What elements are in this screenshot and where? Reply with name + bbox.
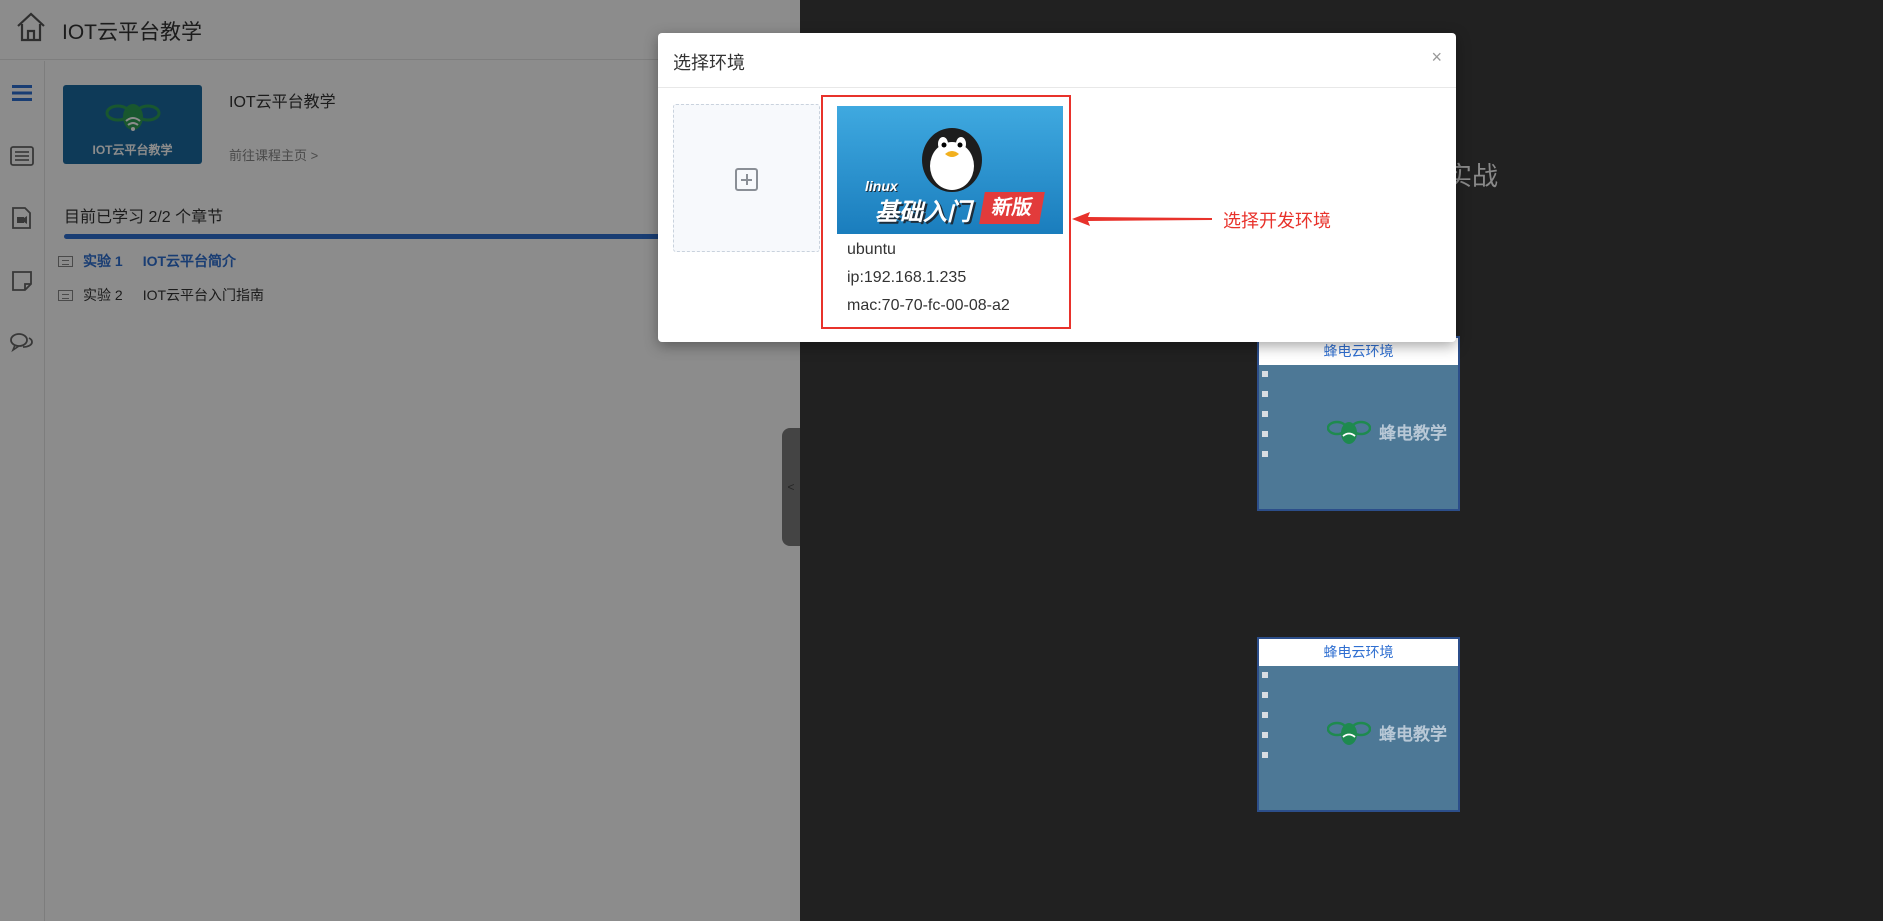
image-title: 基础入门 [875,199,971,226]
env-brand-text: 蜂电教学 [1379,724,1447,744]
annotation-arrow-icon [1072,212,1212,226]
dialog-title: 选择环境 [673,53,745,73]
bee-logo-icon [1327,420,1371,444]
environment-image: linux 基础入门 新版 [837,106,1063,234]
env-brand: 蜂电教学 [1327,409,1447,453]
env-card[interactable]: 蜂电云环境 蜂电教学 [1257,637,1460,812]
env-card-preview: 蜂电教学 [1259,666,1458,810]
environment-option[interactable]: linux 基础入门 新版 ubuntu ip:192.168.1.235 ma… [821,95,1071,329]
env-brand-text: 蜂电教学 [1379,423,1447,443]
env-brand: 蜂电教学 [1327,710,1447,754]
dialog-header: 选择环境 × [658,33,1456,88]
close-icon[interactable]: × [1431,47,1442,68]
env-card-title: 蜂电云环境 [1259,338,1458,365]
annotation-text: 选择开发环境 [1223,211,1331,231]
plus-square-icon [735,168,758,191]
desktop-icons [1262,371,1272,471]
add-environment-button[interactable] [673,104,820,252]
image-badge: 新版 [979,192,1045,224]
desktop-icons [1262,672,1272,772]
env-card-preview: 蜂电教学 [1259,365,1458,509]
environment-ip: ip:192.168.1.235 [847,269,967,286]
env-card[interactable]: 蜂电云环境 蜂电教学 [1257,336,1460,511]
environment-name: ubuntu [847,241,896,258]
environment-mac: mac:70-70-fc-00-08-a2 [847,297,1010,314]
penguin-icon [922,128,982,192]
select-environment-dialog: 选择环境 × linux 基础入门 新版 ubuntu ip:192.168.1… [658,33,1456,342]
env-card-title: 蜂电云环境 [1259,639,1458,666]
bee-logo-icon [1327,721,1371,745]
